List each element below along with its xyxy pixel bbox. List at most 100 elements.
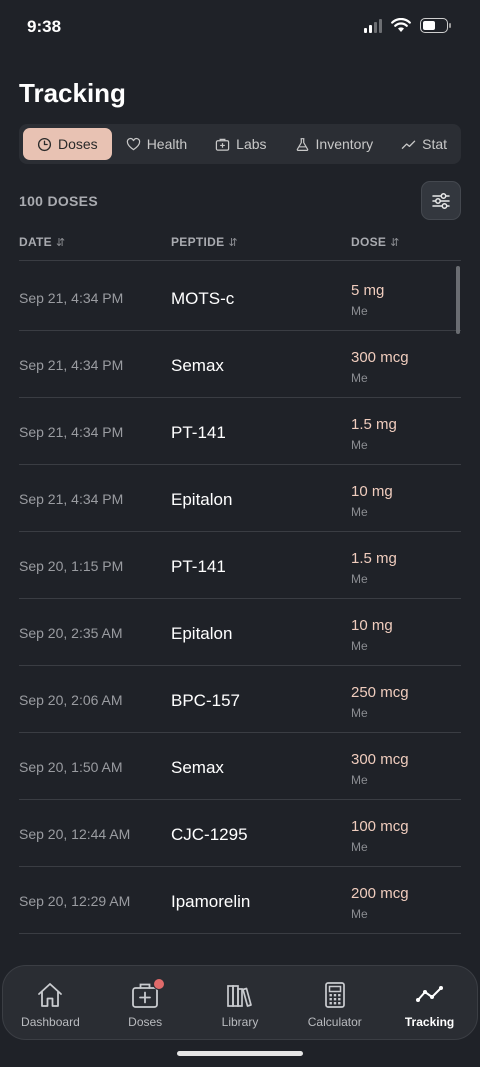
column-label: DOSE bbox=[351, 235, 387, 249]
tab-doses[interactable]: Doses bbox=[23, 128, 112, 160]
sort-icon: ⇵ bbox=[390, 236, 400, 249]
dose-amount: 10 mg bbox=[351, 483, 393, 500]
dose-amount: 200 mcg bbox=[351, 885, 409, 902]
dose-person: Me bbox=[351, 304, 368, 318]
sort-icon: ⇵ bbox=[55, 236, 66, 249]
status-icons bbox=[364, 18, 451, 33]
dose-person: Me bbox=[351, 438, 368, 452]
dose-row[interactable]: Sep 21, 4:34 PM Semax 300 mcg Me bbox=[19, 331, 461, 398]
nav-calculator[interactable]: Calculator bbox=[290, 980, 380, 1029]
dose-row[interactable]: Sep 20, 1:50 AM Semax 300 mcg Me bbox=[19, 733, 461, 800]
dose-amount: 100 mcg bbox=[351, 818, 409, 835]
dose-person: Me bbox=[351, 706, 368, 720]
dose-peptide: PT-141 bbox=[171, 423, 226, 442]
dose-person: Me bbox=[351, 639, 368, 653]
tab-stats[interactable]: Stat bbox=[387, 128, 461, 160]
bottom-nav: Dashboard Doses Library Calculator Track… bbox=[2, 965, 478, 1040]
dose-person: Me bbox=[351, 505, 368, 519]
nav-doses[interactable]: Doses bbox=[100, 978, 190, 1029]
tab-health[interactable]: Health bbox=[112, 128, 201, 160]
dose-row[interactable]: Sep 21, 4:34 PM PT-141 1.5 mg Me bbox=[19, 398, 461, 465]
trend-icon bbox=[415, 986, 443, 1002]
dose-row[interactable]: Sep 20, 1:15 PM PT-141 1.5 mg Me bbox=[19, 532, 461, 599]
column-header-date[interactable]: DATE ⇵ bbox=[19, 235, 66, 249]
dose-peptide: MOTS-c bbox=[171, 289, 235, 308]
page-title: Tracking bbox=[19, 78, 126, 108]
dose-peptide: Ipamorelin bbox=[171, 892, 251, 911]
dose-date: Sep 20, 1:15 PM bbox=[19, 558, 124, 574]
sliders-icon bbox=[432, 192, 450, 209]
dose-peptide: Semax bbox=[171, 356, 224, 375]
dose-row[interactable]: Sep 20, 2:35 AM Epitalon 10 mg Me bbox=[19, 599, 461, 666]
home-indicator[interactable] bbox=[177, 1051, 303, 1056]
tab-label: Labs bbox=[236, 136, 267, 152]
tab-label: Doses bbox=[58, 136, 98, 152]
dose-date: Sep 20, 2:06 AM bbox=[19, 692, 123, 708]
battery-icon bbox=[420, 18, 451, 33]
wifi-icon bbox=[391, 18, 411, 32]
dose-amount: 250 mcg bbox=[351, 684, 409, 701]
home-icon bbox=[38, 983, 63, 1007]
dose-date: Sep 21, 4:34 PM bbox=[19, 491, 124, 507]
doses-list: Sep 21, 4:34 PM MOTS-c 5 mg Me Sep 21, 4:34… bbox=[19, 264, 461, 934]
nav-label: Tracking bbox=[404, 1015, 455, 1029]
trend-icon bbox=[401, 140, 416, 149]
dose-date: Sep 21, 4:34 PM bbox=[19, 357, 124, 373]
dose-person: Me bbox=[351, 907, 368, 921]
nav-dashboard[interactable]: Dashboard bbox=[5, 980, 95, 1029]
tab-inventory[interactable]: Inventory bbox=[281, 128, 388, 160]
flask-icon bbox=[296, 137, 308, 151]
dose-person: Me bbox=[351, 371, 368, 385]
dose-peptide: Epitalon bbox=[171, 490, 233, 509]
dose-date: Sep 20, 12:44 AM bbox=[19, 826, 131, 842]
tracking-tabs: Doses Health Labs Inventory Stat bbox=[19, 124, 461, 164]
scrollbar[interactable] bbox=[456, 266, 460, 334]
dose-amount: 5 mg bbox=[351, 282, 385, 299]
nav-library[interactable]: Library bbox=[195, 980, 285, 1029]
books-icon bbox=[227, 985, 252, 1007]
dose-person: Me bbox=[351, 773, 368, 787]
tab-label: Inventory bbox=[315, 136, 374, 152]
nav-label: Calculator bbox=[307, 1015, 362, 1029]
nav-tracking[interactable]: Tracking bbox=[385, 980, 475, 1029]
column-header-dose[interactable]: DOSE ⇵ bbox=[351, 235, 400, 249]
dose-date: Sep 20, 2:35 AM bbox=[19, 625, 123, 641]
dose-row[interactable]: Sep 20, 2:06 AM BPC-157 250 mcg Me bbox=[19, 666, 461, 733]
clock-icon bbox=[37, 137, 52, 151]
dose-amount: 1.5 mg bbox=[351, 550, 397, 567]
dose-person: Me bbox=[351, 840, 368, 854]
status-bar: 9:38 bbox=[0, 0, 480, 56]
filter-button[interactable] bbox=[421, 181, 461, 220]
dose-date: Sep 21, 4:34 PM bbox=[19, 290, 124, 306]
header-divider bbox=[19, 260, 461, 261]
tab-labs[interactable]: Labs bbox=[201, 128, 280, 160]
dose-amount: 1.5 mg bbox=[351, 416, 397, 433]
column-header-peptide[interactable]: PEPTIDE ⇵ bbox=[171, 235, 238, 249]
column-label: DATE bbox=[19, 235, 52, 249]
dose-peptide: Epitalon bbox=[171, 624, 233, 643]
nav-label: Library bbox=[221, 1015, 259, 1029]
dose-row[interactable]: Sep 21, 4:34 PM Epitalon 10 mg Me bbox=[19, 465, 461, 532]
dose-date: Sep 20, 1:50 AM bbox=[19, 759, 123, 775]
dose-peptide: CJC-1295 bbox=[171, 825, 248, 844]
notification-badge bbox=[153, 978, 166, 990]
dose-peptide: PT-141 bbox=[171, 557, 226, 576]
dose-amount: 10 mg bbox=[351, 617, 393, 634]
sort-icon: ⇵ bbox=[228, 236, 238, 249]
nav-label: Doses bbox=[128, 1015, 163, 1029]
tab-label: Health bbox=[146, 136, 188, 152]
dose-amount: 300 mcg bbox=[351, 349, 409, 366]
nav-label: Dashboard bbox=[21, 1015, 80, 1029]
tab-label: Stat bbox=[422, 136, 448, 152]
column-label: PEPTIDE bbox=[171, 235, 225, 249]
dose-row[interactable]: Sep 21, 4:34 PM MOTS-c 5 mg Me bbox=[19, 264, 461, 331]
heart-icon bbox=[126, 137, 140, 150]
dose-row[interactable]: Sep 20, 12:29 AM Ipamorelin 200 mcg Me bbox=[19, 867, 461, 934]
dose-peptide: BPC-157 bbox=[171, 691, 240, 710]
status-time: 9:38 bbox=[27, 17, 62, 36]
dose-amount: 300 mcg bbox=[351, 751, 409, 768]
dose-row[interactable]: Sep 20, 12:44 AM CJC-1295 100 mcg Me bbox=[19, 800, 461, 867]
doses-count: 100 DOSES bbox=[19, 193, 98, 209]
app-screen: 9:38 Tracking Doses Health Labs Inventor… bbox=[0, 0, 480, 1067]
signal-icon bbox=[364, 18, 382, 33]
